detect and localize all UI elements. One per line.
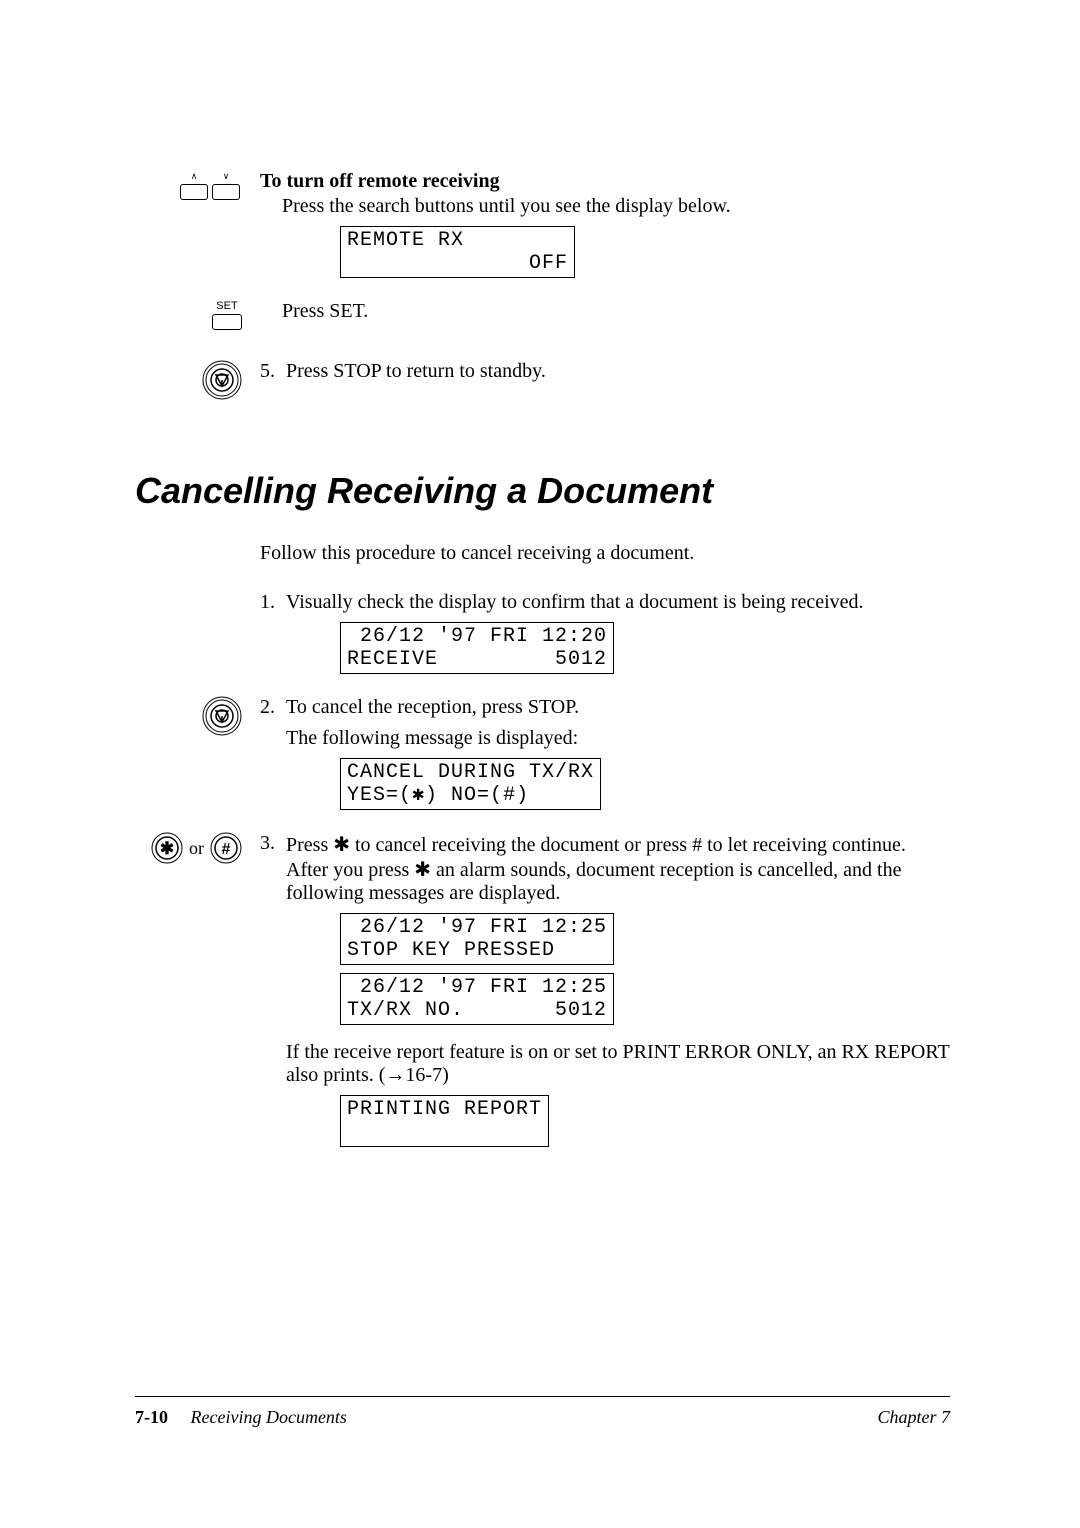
press-search-text: Press the search buttons until you see t… (260, 195, 950, 218)
up-key-icon (180, 184, 208, 200)
step1-text: Visually check the display to confirm th… (286, 591, 950, 614)
svg-text:✱: ✱ (160, 839, 174, 858)
footer-doc-title: Receiving Documents (191, 1407, 347, 1427)
step2-text: To cancel the reception, press STOP. (286, 696, 950, 719)
down-key-icon (212, 184, 240, 200)
section-title-cancelling: Cancelling Receiving a Document (135, 470, 950, 512)
lcd-line: TX/RX NO. 5012 (347, 999, 607, 1022)
lcd-printing-report: PRINTING REPORT (340, 1095, 549, 1147)
step-number: 2. (260, 696, 286, 750)
lcd-remote-rx: REMOTE RX OFF (340, 226, 575, 278)
lcd-line: RECEIVE 5012 (347, 648, 607, 671)
chapter-label: Chapter 7 (877, 1407, 950, 1428)
stop-button-icon (202, 696, 242, 736)
lcd-line: OFF (347, 252, 568, 275)
subhead-remote-off: To turn off remote receiving (260, 170, 950, 193)
lcd-line: 26/12 '97 FRI 12:20 (347, 625, 607, 648)
intro-text: Follow this procedure to cancel receivin… (260, 542, 950, 565)
hash-key-icon: # (210, 832, 242, 864)
page-number: 7-10 (135, 1407, 168, 1427)
lcd-line: REMOTE RX (347, 229, 464, 252)
set-label: SET (212, 300, 242, 312)
step-number: 3. (260, 832, 286, 905)
lcd-line: 26/12 '97 FRI 12:25 (347, 916, 607, 939)
step-number: 1. (260, 591, 286, 614)
lcd-line (347, 1121, 360, 1144)
svg-text:#: # (222, 841, 231, 858)
page-footer: 7-10 Receiving Documents Chapter 7 (135, 1396, 950, 1428)
lcd-line: YES=(✱) NO=(#) (347, 784, 529, 807)
lcd-cancel: CANCEL DURING TX/RX YES=(✱) NO=(#) (340, 758, 601, 810)
or-label: or (189, 838, 204, 859)
step3-note: If the receive report feature is on or s… (260, 1041, 950, 1087)
star-key-icon: ✱ (151, 832, 183, 864)
stop-button-icon (202, 360, 242, 400)
lcd-receive: 26/12 '97 FRI 12:20 RECEIVE 5012 (340, 622, 614, 674)
set-key-icon: SET (212, 300, 242, 330)
step-number: 5. (260, 360, 286, 383)
lcd-line: PRINTING REPORT (347, 1098, 542, 1121)
step3-text: Press ✱ to cancel receiving the document… (286, 832, 950, 905)
step2-subtext: The following message is displayed: (286, 727, 950, 750)
lcd-stop-pressed: 26/12 '97 FRI 12:25 STOP KEY PRESSED (340, 913, 614, 965)
lcd-line: CANCEL DURING TX/RX (347, 761, 594, 784)
lcd-line: 26/12 '97 FRI 12:25 (347, 976, 607, 999)
lcd-line: STOP KEY PRESSED (347, 939, 555, 962)
search-keys (178, 170, 242, 200)
lcd-txrx-no: 26/12 '97 FRI 12:25 TX/RX NO. 5012 (340, 973, 614, 1025)
step5-text: Press STOP to return to standby. (286, 360, 950, 383)
press-set-text: Press SET. (260, 300, 950, 323)
